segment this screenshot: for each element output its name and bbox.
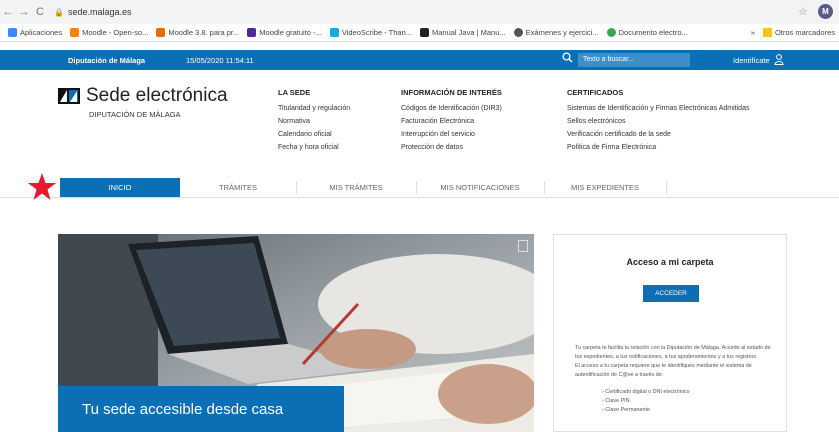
moodle-wing-icon	[156, 28, 166, 37]
tab-inicio[interactable]: INICIO	[60, 178, 180, 197]
search-input[interactable]: Texto a buscar...	[578, 53, 690, 67]
bookmark-videoscribe[interactable]: VideoScribe - Than...	[329, 28, 412, 37]
menu-heading: LA SEDE	[278, 88, 311, 97]
hero-banner[interactable]: Tu sede accesible desde casa	[58, 234, 534, 432]
other-bookmarks[interactable]: Otros marcadores	[775, 28, 835, 37]
bookmarks-overflow-button[interactable]: »	[751, 28, 755, 37]
menu-link[interactable]: Verificación certificado de la sede	[567, 131, 749, 138]
panel-title: Acceso a mi carpeta	[626, 257, 714, 267]
list-item-label: Certificado digital o DNI electrónico	[605, 389, 690, 395]
panel-paragraph: Tu carpeta te facilita la relación con l…	[575, 345, 771, 360]
tab-mis-expedientes[interactable]: MIS EXPEDIENTES	[544, 178, 666, 197]
bookmarks-bar: Aplicaciones Moodle - Open-so... Moodle …	[0, 24, 839, 42]
menu-link[interactable]: Protección de datos	[401, 144, 502, 151]
address-url[interactable]: sede.malaga.es	[68, 7, 132, 17]
bookmark-label: VideoScribe - Than...	[341, 28, 412, 37]
tab-mis-notificaciones[interactable]: MIS NOTIFICACIONES	[416, 178, 544, 197]
bookmark-examenes[interactable]: Exámenes y ejercici...	[513, 28, 599, 37]
hero-caption: Tu sede accesible desde casa	[58, 386, 344, 432]
site-subtitle: DIPUTACIÓN DE MÁLAGA	[89, 110, 181, 119]
menu-link[interactable]: Sistemas de Identificación y Firmas Elec…	[567, 105, 749, 112]
back-icon[interactable]: ←	[0, 6, 16, 18]
menu-link[interactable]: Facturación Electrónica	[401, 118, 502, 125]
bookmark-label: Documento electro...	[618, 28, 688, 37]
panel-description: Tu carpeta te facilita la relación con l…	[575, 344, 771, 380]
bookmark-label: Moodle - Open-so...	[82, 28, 149, 37]
list-item: › Clave PIN	[602, 398, 630, 404]
tab-mis-tramites[interactable]: MIS TRÁMITES	[296, 178, 416, 197]
list-item: › Certificado digital o DNI electrónico	[602, 389, 690, 395]
login-button[interactable]: Identifícate	[733, 53, 784, 67]
site-title: Sede electrónica	[86, 85, 228, 106]
moodle-icon	[70, 28, 80, 37]
folder-icon	[762, 28, 772, 37]
document-icon	[606, 28, 616, 37]
menu-column-certificados: CERTIFICADOS Sistemas de Identificación …	[567, 88, 749, 157]
forward-icon[interactable]: →	[16, 6, 32, 18]
list-item: › Clave Permanente	[602, 407, 650, 413]
bookmark-moodle-gratuito[interactable]: Moodle gratuito -...	[247, 28, 322, 37]
bookmark-moodle-38[interactable]: Moodle 3.8. para pr...	[156, 28, 239, 37]
menu-link[interactable]: Política de Firma Electrónica	[567, 144, 749, 151]
bookmark-label: Moodle 3.8. para pr...	[168, 28, 240, 37]
user-icon	[774, 53, 784, 67]
diputacion-logo-icon	[58, 88, 80, 104]
panel-paragraph: El acceso a tu carpeta requiere que te i…	[575, 363, 752, 378]
videoscribe-icon	[329, 28, 339, 37]
tab-tramites[interactable]: TRÁMITES	[180, 178, 296, 197]
bookmark-label: Moodle gratuito -...	[259, 28, 322, 37]
book-icon	[420, 28, 429, 37]
menu-column-informacion: INFORMACIÓN DE INTERÉS Códigos de Identi…	[401, 88, 502, 157]
site-logo[interactable]: Sede electrónica	[58, 85, 228, 107]
access-button[interactable]: ACCEDER	[643, 285, 699, 302]
org-link[interactable]: Diputación de Málaga	[68, 56, 145, 65]
menu-link[interactable]: Titularidad y regulación	[278, 105, 350, 112]
official-datetime: 15/05/2020 11:54:11	[186, 55, 254, 65]
bookmark-documento[interactable]: Documento electro...	[606, 28, 688, 37]
profile-avatar[interactable]: M	[818, 4, 833, 19]
bookmark-star-icon[interactable]: ☆	[798, 5, 808, 18]
bookmark-label: Aplicaciones	[20, 28, 63, 37]
globe-icon	[513, 28, 523, 37]
bookmark-manual-java[interactable]: Manual Java | Manu...	[420, 28, 506, 37]
menu-link[interactable]: Fecha y hora oficial	[278, 144, 350, 151]
red-star-marker-icon	[28, 173, 56, 200]
moodle-site-icon	[247, 28, 257, 37]
menu-column-la-sede: LA SEDE Titularidad y regulación Normati…	[278, 88, 350, 157]
menu-heading: INFORMACIÓN DE INTERÉS	[401, 88, 502, 97]
reload-icon[interactable]: C	[32, 6, 48, 18]
browser-toolbar: ← → C 🔒 sede.malaga.es ☆ M	[0, 0, 839, 24]
menu-link[interactable]: Normativa	[278, 118, 350, 125]
menu-heading: CERTIFICADOS	[567, 88, 624, 97]
menu-link[interactable]: Interrupción del servicio	[401, 131, 502, 138]
bookmark-moodle-open[interactable]: Moodle - Open-so...	[70, 28, 148, 37]
address-bar[interactable]: 🔒 sede.malaga.es	[54, 7, 132, 17]
pause-icon[interactable]	[518, 240, 528, 252]
menu-link[interactable]: Códigos de Identificación (DIR3)	[401, 105, 502, 112]
bookmark-aplicaciones[interactable]: Aplicaciones	[8, 28, 62, 37]
main-nav-tabs: INICIO TRÁMITES MIS TRÁMITES MIS NOTIFIC…	[0, 178, 839, 198]
menu-link[interactable]: Sellos electrónicos	[567, 118, 749, 125]
tab-divider	[666, 181, 667, 194]
list-item-label: Clave Permanente	[605, 407, 650, 413]
search-icon[interactable]	[562, 52, 573, 66]
bookmark-label: Manual Java | Manu...	[432, 28, 506, 37]
access-panel: Acceso a mi carpeta ACCEDER Tu carpeta t…	[553, 234, 787, 432]
lock-icon: 🔒	[54, 7, 64, 17]
login-label: Identifícate	[733, 55, 770, 65]
list-item-label: Clave PIN	[605, 398, 630, 404]
bookmark-label: Exámenes y ejercici...	[525, 28, 599, 37]
menu-link[interactable]: Calendario oficial	[278, 131, 350, 138]
panel-method-list: › Certificado digital o DNI electrónico …	[602, 388, 690, 415]
apps-grid-icon	[8, 28, 17, 37]
site-topbar: Diputación de Málaga 15/05/2020 11:54:11…	[0, 50, 839, 70]
